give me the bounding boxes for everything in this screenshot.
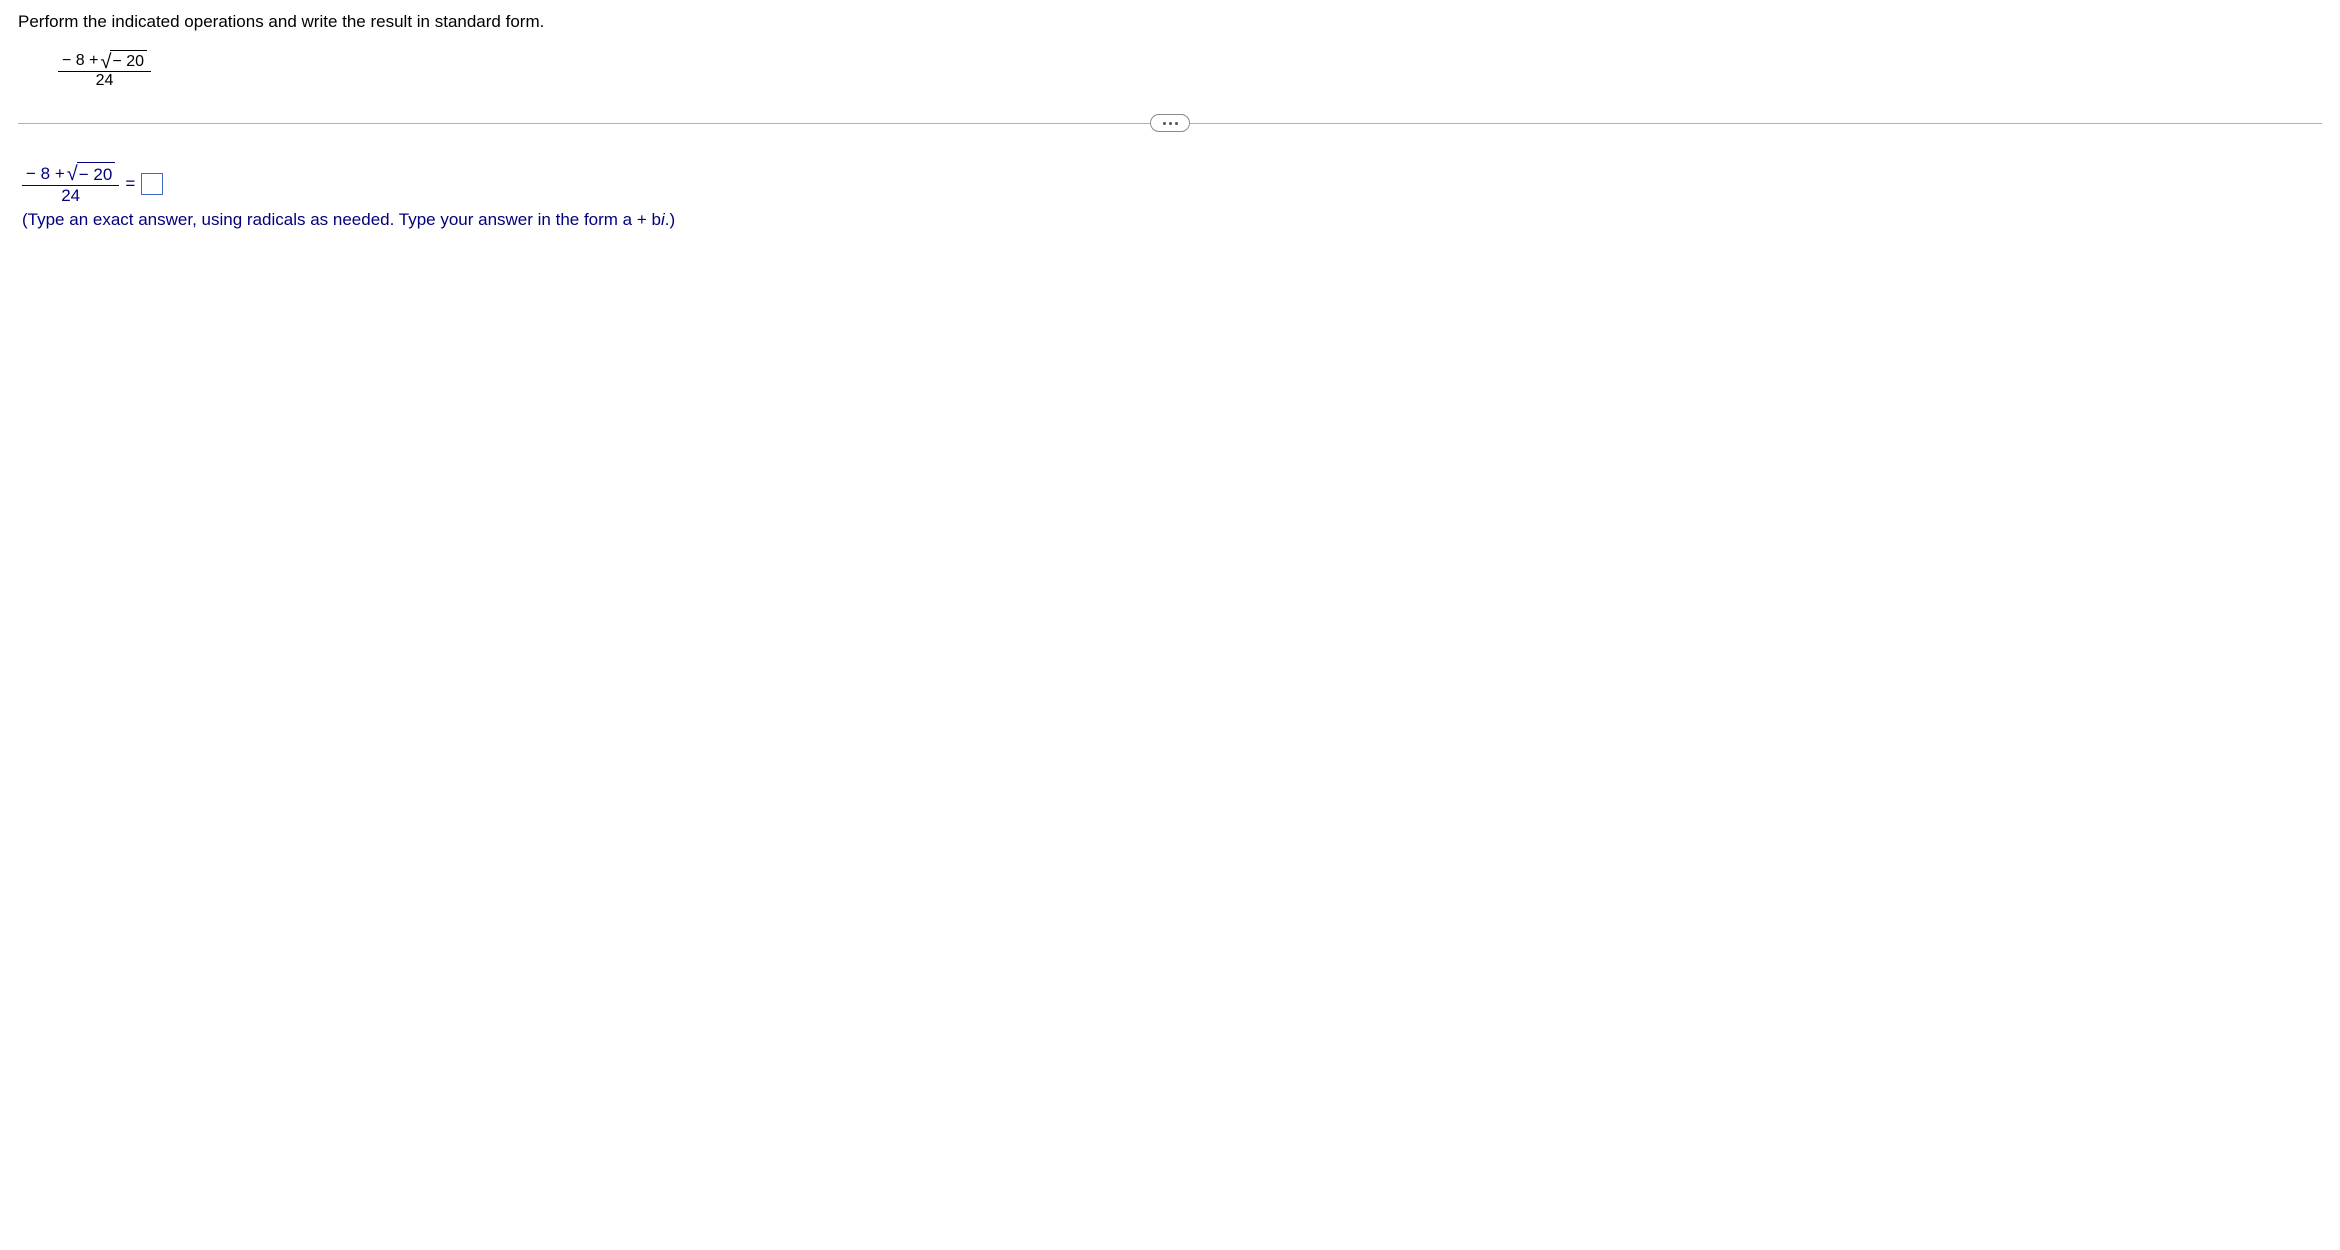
answer-area: − 8 + √ − 20 24 = (Type an exact answer,… [22,162,2322,230]
answer-square-root: √ − 20 [67,162,116,185]
answer-denominator: 24 [57,186,84,206]
problem-expression: − 8 + √ − 20 24 [58,50,2322,90]
hint-pre: (Type an exact answer, using radicals as… [22,210,661,229]
square-root: √ − 20 [100,50,147,71]
expand-button[interactable] [1150,114,1190,132]
numerator-left: − 8 + [62,52,98,70]
answer-radicand: − 20 [77,162,116,185]
radical-icon: √ [67,164,78,187]
equals-sign: = [125,174,135,194]
problem-denominator: 24 [92,72,118,90]
answer-numerator: − 8 + √ − 20 [22,162,119,185]
radicand: − 20 [110,50,147,71]
answer-fraction: − 8 + √ − 20 24 [22,162,119,206]
radical-icon: √ [100,52,111,73]
ellipsis-icon [1163,122,1178,125]
problem-fraction: − 8 + √ − 20 24 [58,50,151,90]
divider-line-right [1190,123,2322,124]
hint-post: .) [665,210,675,229]
answer-hint: (Type an exact answer, using radicals as… [22,210,2322,230]
divider-line-left [18,123,1150,124]
problem-numerator: − 8 + √ − 20 [58,50,151,71]
section-divider [18,114,2322,132]
instruction-text: Perform the indicated operations and wri… [18,12,2322,32]
answer-row: − 8 + √ − 20 24 = [22,162,2322,206]
answer-input[interactable] [141,173,163,195]
answer-numerator-left: − 8 + [26,164,65,184]
